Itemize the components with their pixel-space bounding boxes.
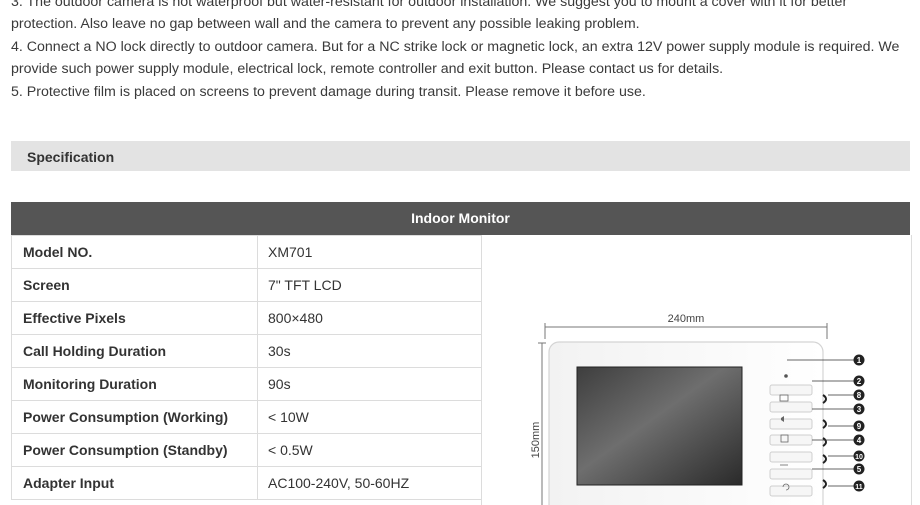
table-row: Screen 7" TFT LCD xyxy=(11,268,493,302)
callout-label: 4 xyxy=(857,436,862,445)
spec-value: < 0.5W xyxy=(257,433,493,467)
spec-value: AC100-240V, 50-60HZ xyxy=(257,466,493,500)
table-row: Call Holding Duration 30s xyxy=(11,334,493,368)
callout-label: 1 xyxy=(857,356,862,365)
spec-value: 30s xyxy=(257,334,493,368)
spec-label: Effective Pixels xyxy=(11,301,258,335)
spec-label: Power Consumption (Working) xyxy=(11,400,258,434)
callout-label: 11 xyxy=(855,484,863,491)
note-line: provide such power supply module, electr… xyxy=(11,61,724,78)
spec-value: 800×480 xyxy=(257,301,493,335)
callout-label: 3 xyxy=(857,405,862,414)
callout-label: 9 xyxy=(857,422,862,431)
note-line: 4. Connect a NO lock directly to outdoor… xyxy=(11,38,900,55)
callout-label: 2 xyxy=(857,377,862,386)
specification-title: Specification xyxy=(27,149,115,165)
spec-label: Call Holding Duration xyxy=(11,334,258,368)
spec-label: Model NO. xyxy=(11,235,258,269)
indoor-monitor-diagram: 240mm 150mm 1 2 8 3 9 4 10 5 11 xyxy=(530,313,865,505)
callout-label: 5 xyxy=(857,465,862,474)
note-line: protection. Also leave no gap between wa… xyxy=(11,16,640,33)
table-row: Model NO. XM701 xyxy=(11,235,493,269)
note-line: 5. Protective film is placed on screens … xyxy=(11,83,646,100)
table-row: Power Consumption (Working) < 10W xyxy=(11,400,493,434)
spec-label: Power Consumption (Standby) xyxy=(11,433,258,467)
table-row: Adapter Input AC100-240V, 50-60HZ xyxy=(11,466,493,500)
width-dimension: 240mm xyxy=(544,313,828,339)
indoor-monitor-header: Indoor Monitor xyxy=(11,202,910,235)
spec-value: XM701 xyxy=(257,235,493,269)
height-dimension: 150mm xyxy=(530,342,546,505)
width-label: 240mm xyxy=(668,313,705,325)
callout-label: 8 xyxy=(857,391,862,400)
spec-label: Adapter Input xyxy=(11,466,258,500)
spec-table: Model NO. XM701 Screen 7" TFT LCD Effectiv… xyxy=(11,235,493,500)
table-row: Power Consumption (Standby) < 0.5W xyxy=(11,433,493,467)
installation-notes: 3. The outdoor camera is not waterproof … xyxy=(11,0,911,103)
callout-label: 10 xyxy=(855,454,863,461)
spec-value: 7" TFT LCD xyxy=(257,268,493,302)
table-row: Monitoring Duration 90s xyxy=(11,367,493,401)
monitor-body xyxy=(548,341,827,505)
product-image-cell: 240mm 150mm 1 2 8 3 9 4 10 5 11 xyxy=(481,235,912,505)
note-line: 3. The outdoor camera is not waterproof … xyxy=(11,0,848,10)
spec-value: 90s xyxy=(257,367,493,401)
height-label: 150mm xyxy=(530,422,542,459)
callout-markers: 1 2 8 3 9 4 10 5 11 xyxy=(853,354,865,492)
spec-value: < 10W xyxy=(257,400,493,434)
spec-label: Screen xyxy=(11,268,258,302)
specification-header: Specification xyxy=(11,141,910,171)
spec-label: Monitoring Duration xyxy=(11,367,258,401)
table-row: Effective Pixels 800×480 xyxy=(11,301,493,335)
